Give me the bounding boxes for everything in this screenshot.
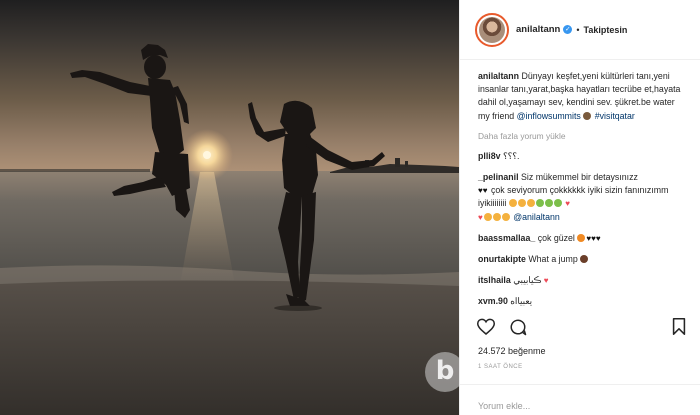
black-heart-icon: ♥♥ — [478, 186, 488, 196]
avatar[interactable] — [475, 12, 509, 47]
comment-text: يعبيااه — [510, 296, 533, 307]
separator-dot: • — [576, 24, 580, 35]
emoji-icon — [483, 212, 492, 221]
post-side-panel: anilaltann ✓ • Takiptesin anilaltann Dün… — [459, 0, 700, 415]
list-item: itslhaila ڪيابيبي ♥ — [478, 274, 686, 287]
caption-hashtag[interactable]: #visitqatar — [595, 111, 635, 121]
heart-icon[interactable] — [477, 318, 495, 335]
comment-input[interactable] — [478, 401, 638, 411]
list-item: plli8v ؟؟؟. — [478, 150, 686, 163]
comment-bubble-icon[interactable] — [509, 318, 527, 336]
fire-emoji-icon — [577, 233, 586, 242]
comment-text: What a jump — [528, 254, 578, 265]
comment-text: Siz mükemmel bir detaysınızz — [521, 172, 638, 183]
comment-username[interactable]: _pelinanil — [478, 172, 519, 182]
list-item: xvm.90 يعبيااه — [478, 295, 686, 308]
red-heart-icon: ♥ — [478, 212, 483, 222]
emoji-icon — [535, 199, 544, 208]
comment-text: ؟؟؟. — [502, 150, 520, 161]
emoji-icon — [526, 199, 535, 208]
comment-text-line2: çok seviyorum çokkkkkk iyiki sizin fanın… — [478, 185, 669, 209]
comment-username[interactable]: onurtakipte — [478, 254, 526, 264]
verified-badge-icon: ✓ — [563, 25, 573, 34]
comment-username[interactable]: itslhaila — [478, 275, 511, 285]
beach-sunset-photo — [0, 44, 459, 415]
red-heart-icon: ♥ — [565, 199, 570, 209]
following-status[interactable]: Takiptesin — [584, 25, 628, 35]
post-photo[interactable] — [0, 0, 459, 415]
post-username[interactable]: anilaltann — [516, 24, 560, 35]
load-more-comments[interactable]: Daha fazla yorum yükle — [478, 131, 686, 141]
comment-list[interactable]: anilaltann Dünyayı keşfet,yeni kültürler… — [460, 62, 700, 312]
caption-mention[interactable]: @inflowsummits — [517, 111, 581, 121]
like-count[interactable]: 24.572 beğenme — [478, 346, 546, 356]
comment-text: çok güzel — [537, 232, 575, 243]
comment-mention[interactable]: @anilaltann — [513, 212, 560, 222]
emoji-icon — [508, 199, 517, 208]
emoji-icon — [583, 111, 592, 120]
bookmark-icon[interactable] — [672, 318, 686, 335]
red-heart-icon: ♥ — [543, 276, 549, 286]
emoji-icon — [544, 199, 553, 208]
comment-text: ڪيابيبي — [513, 275, 542, 286]
comment-username[interactable]: baassmallaa_ — [478, 233, 535, 243]
add-comment-bar — [460, 384, 700, 415]
post-header: anilaltann ✓ • Takiptesin — [460, 0, 700, 60]
list-item: onurtakipte What a jump — [478, 253, 686, 266]
emoji-icon — [517, 199, 526, 208]
emoji-icon — [501, 212, 510, 221]
list-item: baassmallaa_ çok güzel ♥♥♥ — [478, 232, 686, 245]
emoji-icon — [492, 212, 501, 221]
post-actions — [477, 318, 686, 340]
muscle-emoji-icon — [580, 255, 589, 264]
post-timestamp[interactable]: 1 SAAT ÖNCE — [478, 364, 523, 370]
black-heart-icon: ♥♥♥ — [586, 233, 601, 243]
caption-username[interactable]: anilaltann — [478, 71, 519, 81]
comment-username[interactable]: xvm.90 — [478, 296, 508, 306]
comment-username[interactable]: plli8v — [478, 151, 501, 161]
caption: anilaltann Dünyayı keşfet,yeni kültürler… — [478, 70, 686, 123]
list-item: _pelinanil Siz mükemmel bir detaysınızz … — [478, 171, 686, 224]
emoji-icon — [553, 199, 562, 208]
